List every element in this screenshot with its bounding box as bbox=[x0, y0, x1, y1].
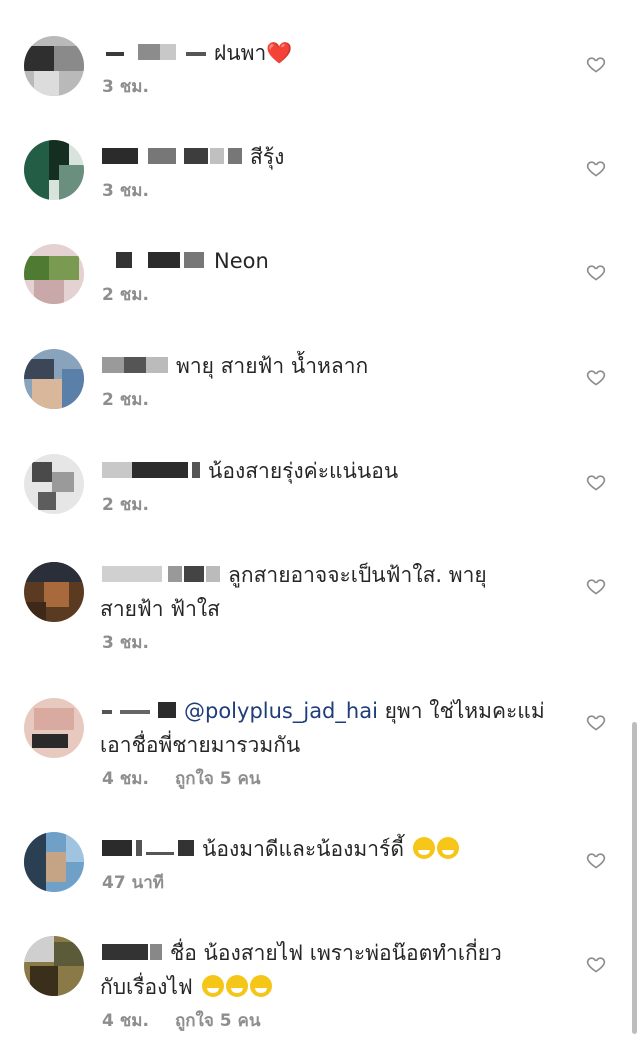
grinning-face-icon bbox=[436, 837, 459, 859]
comment-text: @polyplus_jad_hai ยุพา ใช่ไหมคะแม่ bbox=[102, 694, 560, 728]
avatar[interactable] bbox=[24, 832, 84, 892]
comment-time: 3 ชม. bbox=[102, 77, 149, 97]
comment-meta: 2 ชม. bbox=[102, 282, 560, 308]
comment-text: ฝนพา❤️ bbox=[102, 36, 560, 70]
comment-meta: 2 ชม. bbox=[102, 387, 560, 413]
username-redacted[interactable] bbox=[102, 460, 204, 480]
username-redacted[interactable] bbox=[102, 250, 210, 270]
comment-meta: 4 ชม. ถูกใจ 5 คน bbox=[102, 1008, 560, 1034]
comment-time: 2 ชม. bbox=[102, 390, 149, 410]
like-heart-icon[interactable] bbox=[586, 472, 606, 492]
comment-time: 4 ชม. bbox=[102, 769, 149, 789]
like-heart-icon[interactable] bbox=[586, 576, 606, 596]
comment-time: 3 ชม. bbox=[102, 181, 149, 201]
comment-meta: 2 ชม. bbox=[102, 492, 560, 518]
comment-text: Neon bbox=[102, 244, 560, 278]
like-heart-icon[interactable] bbox=[586, 954, 606, 974]
comment-text: สีรุ้ง bbox=[102, 140, 560, 174]
username-redacted[interactable] bbox=[102, 942, 166, 962]
avatar[interactable] bbox=[24, 698, 84, 758]
avatar[interactable] bbox=[24, 562, 84, 622]
avatar[interactable] bbox=[24, 36, 84, 96]
comment-meta: 47 นาที bbox=[102, 870, 560, 896]
like-heart-icon[interactable] bbox=[586, 712, 606, 732]
comment-meta: 3 ชม. bbox=[102, 74, 560, 100]
avatar[interactable] bbox=[24, 349, 84, 409]
avatar[interactable] bbox=[24, 244, 84, 304]
like-heart-icon[interactable] bbox=[586, 54, 606, 74]
like-heart-icon[interactable] bbox=[586, 158, 606, 178]
username-redacted[interactable] bbox=[102, 838, 198, 858]
comment-time: 2 ชม. bbox=[102, 495, 149, 515]
comment-text: ชื่อ น้องสายไฟ เพราะพ่อน๊อตทำเกี่ยว bbox=[102, 936, 560, 970]
comment-time: 2 ชม. bbox=[102, 285, 149, 305]
comment-time: 4 ชม. bbox=[102, 1011, 149, 1031]
like-count[interactable]: ถูกใจ 5 คน bbox=[175, 769, 261, 789]
grinning-face-icon bbox=[201, 975, 224, 997]
grinning-face-icon bbox=[249, 975, 272, 997]
username-redacted[interactable] bbox=[102, 700, 180, 720]
comment-time: 47 นาที bbox=[102, 873, 164, 893]
like-count[interactable]: ถูกใจ 5 คน bbox=[175, 1011, 261, 1031]
comment-text: ลูกสายอาจจะเป็นฟ้าใส. พายุ bbox=[102, 558, 560, 592]
username-redacted[interactable] bbox=[102, 564, 224, 584]
username-redacted[interactable] bbox=[102, 42, 210, 62]
comment-text: พายุ สายฟ้า น้ำหลาก bbox=[102, 349, 560, 383]
comment-meta: 4 ชม. ถูกใจ 5 คน bbox=[102, 766, 560, 792]
comment-meta: 3 ชม. bbox=[102, 178, 560, 204]
comment-meta: 3 ชม. bbox=[102, 630, 560, 656]
grinning-face-icon bbox=[225, 975, 248, 997]
like-heart-icon[interactable] bbox=[586, 850, 606, 870]
like-heart-icon[interactable] bbox=[586, 262, 606, 282]
scrollbar[interactable] bbox=[632, 722, 637, 1034]
like-heart-icon[interactable] bbox=[586, 367, 606, 387]
mention-link[interactable]: @polyplus_jad_hai bbox=[184, 699, 378, 723]
avatar[interactable] bbox=[24, 936, 84, 996]
comment-time: 3 ชม. bbox=[102, 633, 149, 653]
username-redacted[interactable] bbox=[102, 146, 246, 166]
comment-text-line2: กับเรื่องไฟ bbox=[100, 970, 560, 1004]
comment-text: น้องมาดีและน้องมาร์ดี้ bbox=[102, 832, 560, 866]
avatar[interactable] bbox=[24, 454, 84, 514]
grinning-face-icon bbox=[412, 837, 435, 859]
comment-text-line2: สายฟ้า ฟ้าใส bbox=[100, 597, 220, 621]
username-redacted[interactable] bbox=[102, 355, 172, 375]
comment-text-line2: เอาชื่อพี่ชายมารวมกัน bbox=[100, 733, 301, 757]
avatar[interactable] bbox=[24, 140, 84, 200]
comment-text: น้องสายรุ่งค่ะแน่นอน bbox=[102, 454, 560, 488]
